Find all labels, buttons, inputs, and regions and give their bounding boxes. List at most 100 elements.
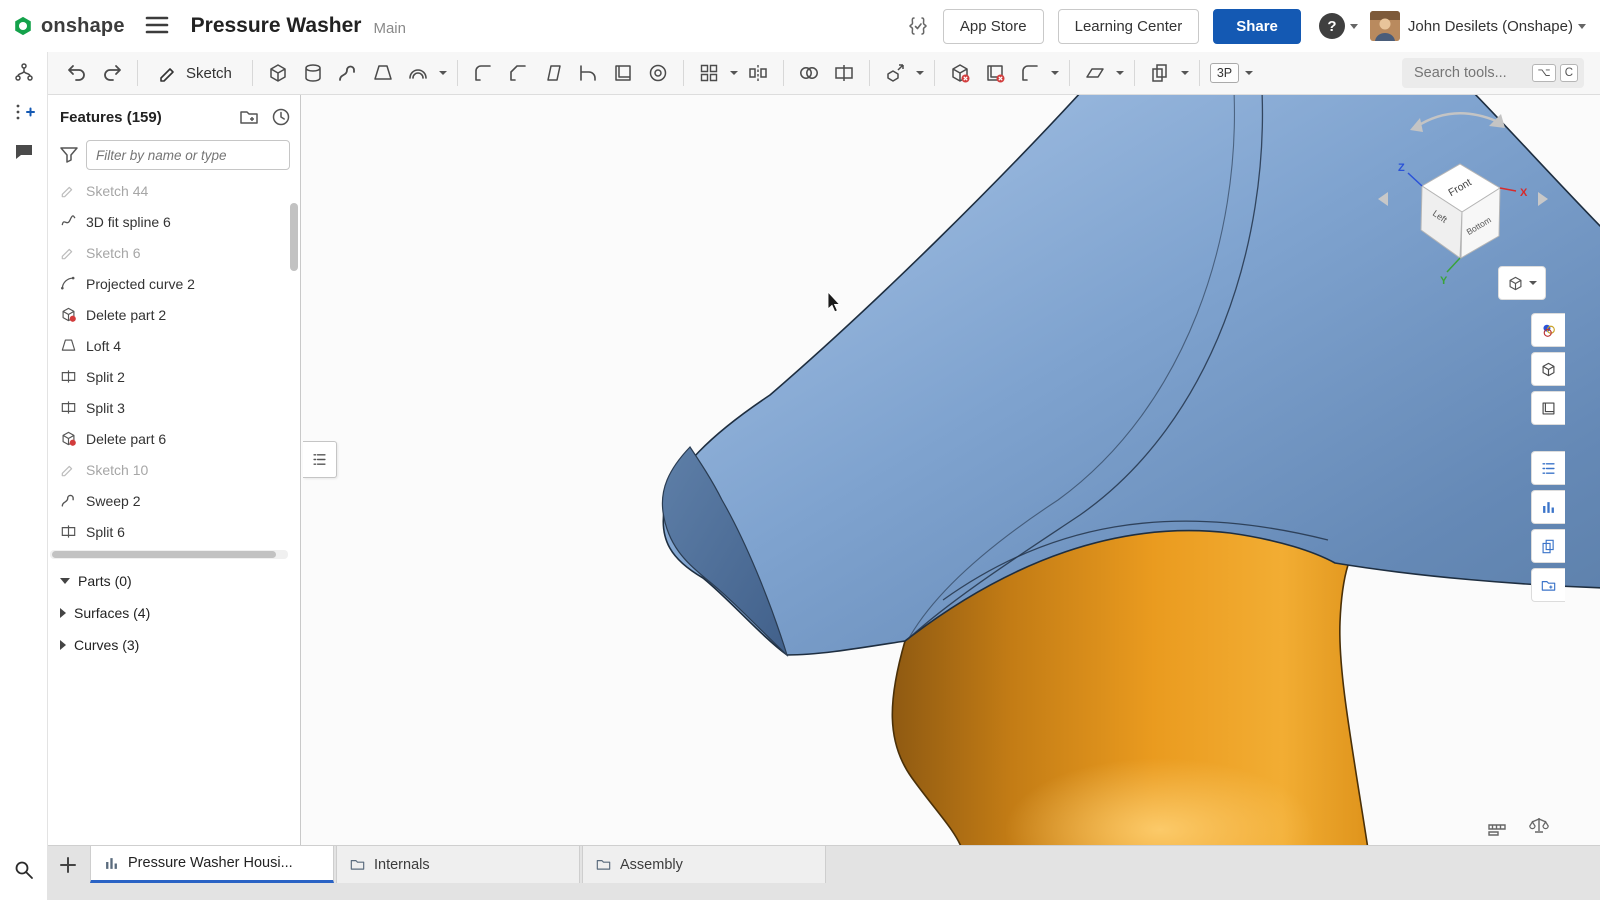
split-icon bbox=[60, 523, 77, 540]
app-store-button[interactable]: App Store bbox=[943, 9, 1044, 44]
feature-item[interactable]: Sketch 6 bbox=[48, 237, 288, 268]
named-views-caret-icon[interactable] bbox=[1245, 71, 1253, 75]
tasks-panel-button[interactable] bbox=[1531, 568, 1565, 602]
fillet-button[interactable] bbox=[468, 58, 498, 88]
loft-button[interactable] bbox=[368, 58, 398, 88]
redo-button[interactable] bbox=[97, 58, 127, 88]
undo-button[interactable] bbox=[62, 58, 92, 88]
featurescript-notices-icon[interactable] bbox=[907, 15, 929, 37]
delete-part-icon bbox=[60, 430, 77, 447]
toolbar-divider bbox=[783, 60, 784, 86]
create-folder-button[interactable] bbox=[238, 106, 260, 128]
parts-group-header[interactable]: Parts (0) bbox=[48, 565, 300, 597]
transform-tools-caret-icon[interactable] bbox=[916, 71, 924, 75]
onshape-logo[interactable]: onshape bbox=[12, 15, 125, 38]
chamfer-button[interactable] bbox=[503, 58, 533, 88]
curves-group-header[interactable]: Curves (3) bbox=[48, 629, 300, 661]
boolean-button[interactable] bbox=[794, 58, 824, 88]
feature-item[interactable]: Loft 4 bbox=[48, 330, 288, 361]
view-tools-caret-icon[interactable] bbox=[1181, 71, 1189, 75]
hidden-edges-button[interactable] bbox=[1531, 391, 1565, 425]
help-caret-icon[interactable] bbox=[1350, 24, 1358, 29]
search-tools-input[interactable] bbox=[1412, 64, 1528, 82]
user-menu[interactable]: John Desilets (Onshape) bbox=[1408, 18, 1573, 35]
feature-item[interactable]: Split 2 bbox=[48, 361, 288, 392]
scrollbar-thumb[interactable] bbox=[52, 551, 276, 558]
sweep-button[interactable] bbox=[333, 58, 363, 88]
projected-curve-icon bbox=[60, 275, 77, 292]
tab-internals[interactable]: Internals bbox=[336, 846, 580, 883]
scrollbar-thumb[interactable] bbox=[290, 203, 298, 271]
boss-tools-caret-icon[interactable] bbox=[439, 71, 447, 75]
filter-icon[interactable] bbox=[58, 144, 80, 166]
feature-item[interactable]: 3D fit spline 6 bbox=[48, 206, 288, 237]
learning-center-button[interactable]: Learning Center bbox=[1058, 9, 1200, 44]
extrude-button[interactable] bbox=[263, 58, 293, 88]
delete-part-button[interactable] bbox=[945, 58, 975, 88]
draft-button[interactable] bbox=[538, 58, 568, 88]
loft-icon bbox=[60, 337, 77, 354]
feature-item[interactable]: Sketch 10 bbox=[48, 454, 288, 485]
sketch-button[interactable]: Sketch bbox=[148, 58, 242, 88]
direct-edit-caret-icon[interactable] bbox=[1051, 71, 1059, 75]
feature-list-panel-button[interactable] bbox=[1531, 451, 1565, 485]
feature-filter-input[interactable] bbox=[86, 140, 290, 170]
feature-item[interactable]: Split 3 bbox=[48, 392, 288, 423]
tab-pressure-washer-housing[interactable]: Pressure Washer Housi... bbox=[90, 846, 334, 883]
search-tools-box[interactable]: ⌥ C bbox=[1402, 58, 1584, 88]
workspace-name[interactable]: Main bbox=[373, 20, 406, 37]
feature-item[interactable]: Delete part 2 bbox=[48, 299, 288, 330]
hole-button[interactable] bbox=[643, 58, 673, 88]
share-button[interactable]: Share bbox=[1213, 9, 1301, 44]
search-document-button[interactable] bbox=[0, 850, 48, 890]
sheet-panel-button[interactable] bbox=[1531, 529, 1565, 563]
feature-list-vertical-scrollbar[interactable] bbox=[290, 185, 298, 545]
rollback-bar-handle[interactable] bbox=[303, 441, 337, 478]
help-button[interactable]: ? bbox=[1319, 13, 1345, 39]
display-states-button[interactable] bbox=[1531, 352, 1565, 386]
feature-list: Sketch 44 3D fit spline 6 Sketch 6 Proje… bbox=[48, 175, 288, 547]
pattern-tools-caret-icon[interactable] bbox=[730, 71, 738, 75]
onshape-logo-text: onshape bbox=[41, 15, 125, 38]
avatar[interactable] bbox=[1370, 11, 1400, 41]
split-button[interactable] bbox=[829, 58, 859, 88]
tab-assembly[interactable]: Assembly bbox=[582, 846, 826, 883]
shortcut-key-alt: ⌥ bbox=[1532, 64, 1555, 82]
section-view-button[interactable] bbox=[1145, 58, 1175, 88]
thicken-button[interactable] bbox=[403, 58, 433, 88]
mirror-button[interactable] bbox=[743, 58, 773, 88]
named-views-button[interactable]: 3P bbox=[1210, 63, 1239, 83]
feature-item[interactable]: Sketch 44 bbox=[48, 175, 288, 206]
bom-panel-button[interactable] bbox=[1531, 490, 1565, 524]
plane-button[interactable] bbox=[1080, 58, 1110, 88]
user-menu-caret-icon[interactable] bbox=[1578, 24, 1586, 29]
delete-part-icon bbox=[60, 306, 77, 323]
feature-item[interactable]: Delete part 6 bbox=[48, 423, 288, 454]
rib-button[interactable] bbox=[573, 58, 603, 88]
measure-button[interactable] bbox=[1486, 818, 1508, 840]
add-tab-button[interactable] bbox=[48, 846, 88, 883]
chevron-right-icon bbox=[60, 608, 66, 618]
comments-button[interactable] bbox=[0, 132, 48, 172]
feature-item[interactable]: Projected curve 2 bbox=[48, 268, 288, 299]
main-menu-button[interactable] bbox=[141, 11, 173, 42]
shell-button[interactable] bbox=[608, 58, 638, 88]
surfaces-group-header[interactable]: Surfaces (4) bbox=[48, 597, 300, 629]
history-button[interactable] bbox=[270, 106, 292, 128]
linear-pattern-button[interactable] bbox=[694, 58, 724, 88]
modify-fillet-button[interactable] bbox=[1015, 58, 1045, 88]
feature-item[interactable]: Split 6 bbox=[48, 516, 288, 547]
view-options-button[interactable] bbox=[1498, 266, 1546, 300]
transform-button[interactable] bbox=[880, 58, 910, 88]
appearance-button[interactable] bbox=[1531, 313, 1565, 347]
spline-icon bbox=[60, 213, 77, 230]
insert-element-button[interactable] bbox=[0, 92, 48, 132]
versions-history-button[interactable] bbox=[0, 52, 48, 92]
delete-face-button[interactable] bbox=[980, 58, 1010, 88]
feature-item[interactable]: Sweep 2 bbox=[48, 485, 288, 516]
revolve-button[interactable] bbox=[298, 58, 328, 88]
toolbar-divider bbox=[252, 60, 253, 86]
feature-list-horizontal-scrollbar[interactable] bbox=[50, 550, 288, 559]
reference-tools-caret-icon[interactable] bbox=[1116, 71, 1124, 75]
mass-properties-button[interactable] bbox=[1528, 814, 1550, 836]
